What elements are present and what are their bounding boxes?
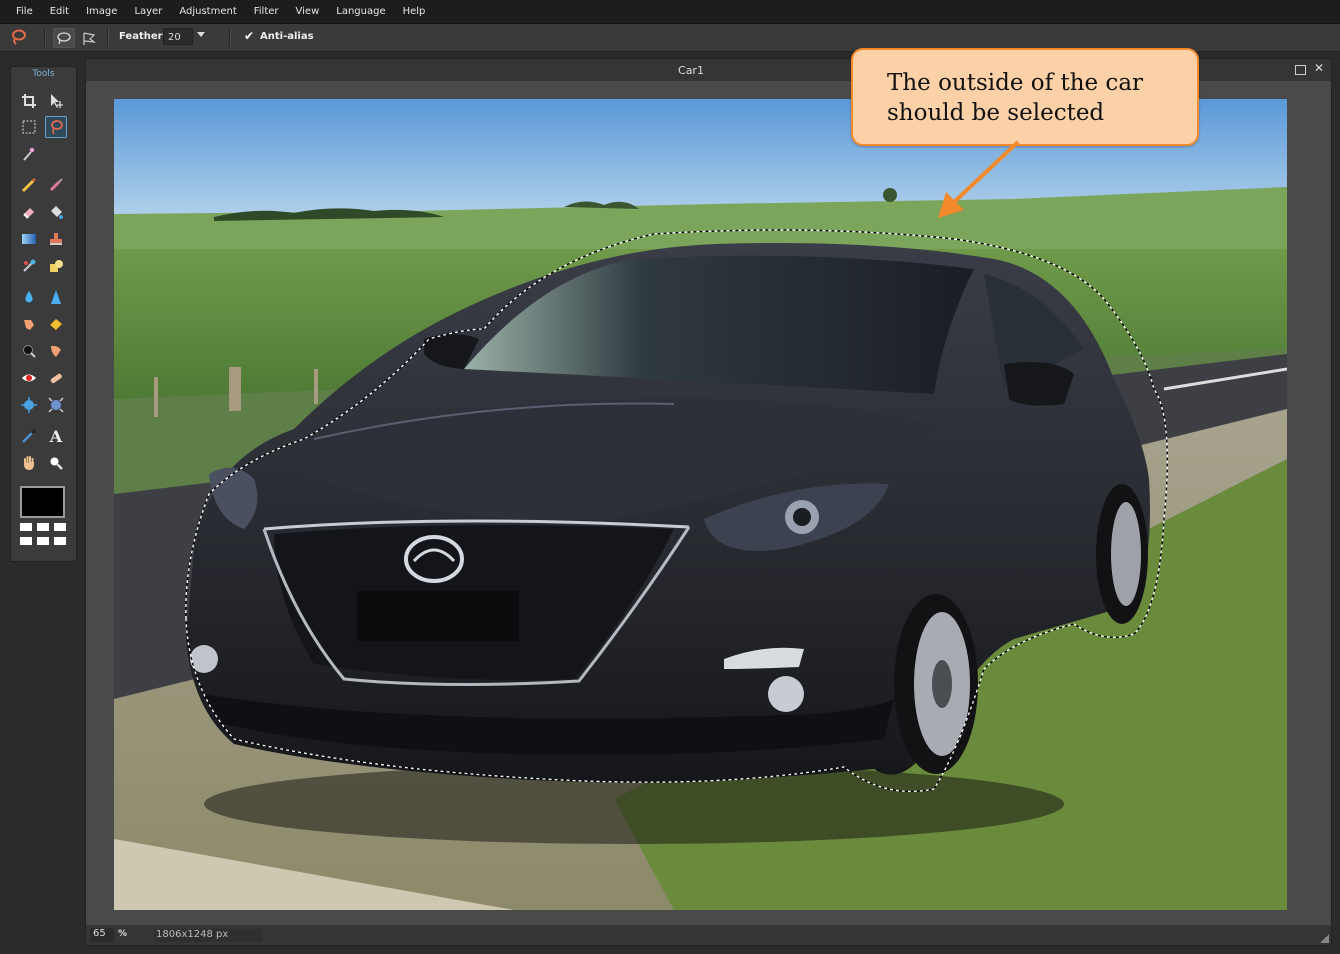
lasso-freehand-mode-button[interactable] <box>53 28 75 48</box>
drawing-tool-icon[interactable] <box>45 255 67 277</box>
blur-tool-icon[interactable] <box>18 286 40 308</box>
lasso-polygon-mode-button[interactable] <box>78 28 100 48</box>
menu-filter[interactable]: Filter <box>246 0 288 23</box>
sponge-tool-icon[interactable] <box>45 313 67 335</box>
tools-title: Tools <box>32 69 55 79</box>
resize-grip-icon[interactable] <box>1320 934 1329 943</box>
menu-language[interactable]: Language <box>328 0 394 23</box>
bloat-tool-icon[interactable] <box>18 394 40 416</box>
sharpen-tool-icon[interactable] <box>45 286 67 308</box>
menu-layer[interactable]: Layer <box>126 0 171 23</box>
move-tool-icon[interactable] <box>45 90 67 112</box>
hand-tool-icon[interactable] <box>18 452 40 474</box>
feather-input[interactable]: 20 <box>163 28 193 45</box>
tools-panel: Tools A <box>10 66 77 562</box>
paint-bucket-tool-icon[interactable] <box>45 201 67 223</box>
magic-wand-tool-icon[interactable] <box>18 143 40 165</box>
feather-label: Feather: <box>119 31 167 42</box>
antialias-label: Anti-alias <box>260 31 314 42</box>
burn-tool-icon[interactable] <box>45 340 67 362</box>
dodge-tool-icon[interactable] <box>18 340 40 362</box>
eraser-tool-icon[interactable] <box>18 201 40 223</box>
menu-edit[interactable]: Edit <box>42 0 78 23</box>
zoom-input[interactable]: 65 <box>90 928 114 942</box>
spot-heal-tool-icon[interactable] <box>45 367 67 389</box>
color-picker-tool-icon[interactable] <box>18 425 40 447</box>
menu-file[interactable]: File <box>0 0 42 23</box>
menu-view[interactable]: View <box>288 0 329 23</box>
lasso-icon <box>12 29 26 45</box>
pinch-tool-icon[interactable] <box>45 394 67 416</box>
separator <box>107 28 109 47</box>
car-photo[interactable] <box>114 99 1287 910</box>
menu-help[interactable]: Help <box>395 0 435 23</box>
zoom-tool-icon[interactable] <box>45 452 67 474</box>
annotation-callout: The outside of the car should be selecte… <box>851 48 1199 146</box>
antialias-checkbox[interactable]: ✔ <box>244 30 256 42</box>
status-bar: 65 % 1806x1248 px <box>86 925 1331 945</box>
close-window-icon[interactable]: ✕ <box>1314 61 1324 75</box>
zoom-unit: % <box>118 929 128 939</box>
red-eye-tool-icon[interactable] <box>18 367 40 389</box>
canvas-area[interactable] <box>86 81 1331 925</box>
type-tool-icon[interactable]: A <box>45 425 67 447</box>
menu-bar: File Edit Image Layer Adjustment Filter … <box>0 0 1340 24</box>
panel-layout-grid-icon[interactable] <box>20 523 66 549</box>
menu-adjustment[interactable]: Adjustment <box>171 0 245 23</box>
crop-tool-icon[interactable] <box>18 90 40 112</box>
separator <box>44 28 46 47</box>
document-window: Car1 ✕ 65 % 1806x1248 px <box>85 58 1332 946</box>
image-dimensions: 1806x1248 px <box>154 929 262 942</box>
callout-line-2: should be selected <box>887 100 1105 126</box>
gradient-tool-icon[interactable] <box>18 228 40 250</box>
polygon-lasso-icon <box>83 32 97 45</box>
marquee-tool-icon[interactable] <box>18 116 40 138</box>
callout-text: The outside of the car should be selecte… <box>887 68 1187 128</box>
pencil-tool-icon[interactable] <box>18 174 40 196</box>
menu-image[interactable]: Image <box>78 0 126 23</box>
color-replace-tool-icon[interactable] <box>18 255 40 277</box>
lasso-tool-icon[interactable] <box>45 116 67 138</box>
callout-arrow-icon <box>938 140 1020 218</box>
feather-dropdown-icon[interactable] <box>197 32 205 37</box>
brush-tool-icon[interactable] <box>45 174 67 196</box>
clone-stamp-tool-icon[interactable] <box>45 228 67 250</box>
callout-line-1: The outside of the car <box>887 70 1144 96</box>
lasso-mode-icon <box>57 32 71 45</box>
restore-window-icon[interactable] <box>1295 65 1306 75</box>
separator <box>229 28 231 47</box>
foreground-color-swatch[interactable] <box>20 486 65 518</box>
smudge-tool-icon[interactable] <box>18 313 40 335</box>
